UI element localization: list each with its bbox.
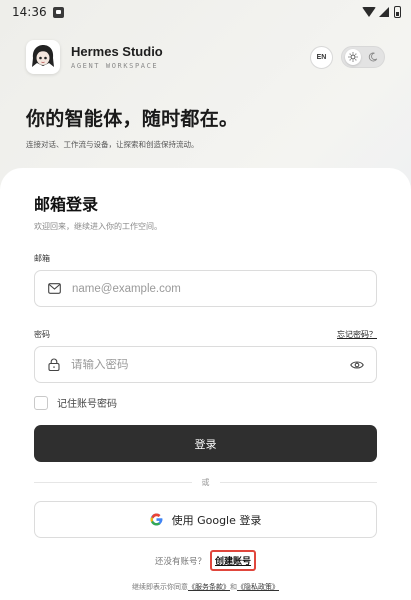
brand-controls: EN (310, 45, 385, 69)
brand-header: Hermes Studio AGENT WORKSPACE EN (0, 24, 411, 74)
moon-slot (365, 49, 381, 65)
avatar-character-icon (32, 45, 54, 67)
sun-icon (348, 52, 358, 62)
password-input-box (34, 346, 377, 383)
signup-prompt: 还没有账号？ (154, 556, 206, 567)
hero: 你的智能体，随时都在。 连接对话、工作流与设备，让探索和创造保持流动。 (0, 74, 411, 150)
login-button[interactable]: 登录 (34, 425, 377, 462)
avatar (26, 40, 60, 74)
remember-checkbox[interactable] (34, 395, 48, 410)
privacy-policy-link[interactable]: 《隐私政策》 (237, 583, 279, 591)
terms-row: 继续即表示你同意《服务条款》和《隐私政策》 (34, 582, 377, 592)
mail-icon (48, 283, 61, 294)
wifi-icon (362, 7, 376, 17)
login-card: 邮箱登录 欢迎回来，继续进入你的工作空间。 邮箱 密码 忘记密码？ 记住账号密码… (0, 168, 411, 600)
google-icon (150, 513, 163, 526)
status-time: 14:36 (12, 5, 47, 19)
signal-icon (379, 7, 389, 17)
signup-row: 还没有账号？ 创建账号 (34, 550, 377, 571)
terms-and: 和 (230, 583, 237, 591)
email-input-box (34, 270, 377, 307)
eye-icon[interactable] (350, 360, 364, 370)
brand-name: Hermes Studio (71, 44, 163, 59)
status-left: 14:36 (12, 5, 64, 19)
hero-subtitle: 连接对话、工作流与设备，让探索和创造保持流动。 (26, 140, 199, 149)
battery-icon (394, 6, 401, 18)
password-label: 密码 (34, 330, 50, 339)
divider-line-left (34, 482, 192, 483)
toggle-knob (345, 49, 361, 65)
forgot-password-link[interactable]: 忘记密码？ (337, 329, 377, 340)
divider: 或 (34, 477, 377, 488)
google-login-button[interactable]: 使用 Google 登录 (34, 501, 377, 538)
brand-left: Hermes Studio AGENT WORKSPACE (26, 40, 163, 74)
email-input[interactable] (72, 282, 364, 295)
terms-prefix: 继续即表示你同意 (132, 583, 188, 591)
password-input[interactable] (71, 358, 339, 371)
divider-line-right (219, 482, 377, 483)
create-account-link[interactable]: 创建账号 (210, 550, 257, 571)
brand-text: Hermes Studio AGENT WORKSPACE (71, 44, 163, 70)
google-login-label: 使用 Google 登录 (171, 513, 262, 527)
divider-text: 或 (201, 478, 210, 487)
email-label: 邮箱 (34, 254, 50, 263)
moon-icon (368, 52, 378, 62)
terms-of-service-link[interactable]: 《服务条款》 (188, 583, 230, 591)
language-button[interactable]: EN (310, 45, 333, 69)
login-title: 邮箱登录 (34, 195, 99, 214)
status-right (362, 6, 401, 18)
remember-row: 记住账号密码 (34, 395, 377, 410)
sim-icon (52, 6, 64, 18)
password-label-row: 密码 忘记密码？ (34, 329, 377, 340)
lock-icon (48, 358, 60, 371)
login-subtitle: 欢迎回来，继续进入你的工作空间。 (34, 222, 162, 231)
hero-title: 你的智能体，随时都在。 (26, 108, 239, 130)
remember-label: 记住账号密码 (57, 399, 117, 410)
brand-subtitle: AGENT WORKSPACE (71, 62, 159, 70)
status-bar: 14:36 (0, 0, 411, 24)
theme-toggle[interactable] (341, 46, 385, 68)
